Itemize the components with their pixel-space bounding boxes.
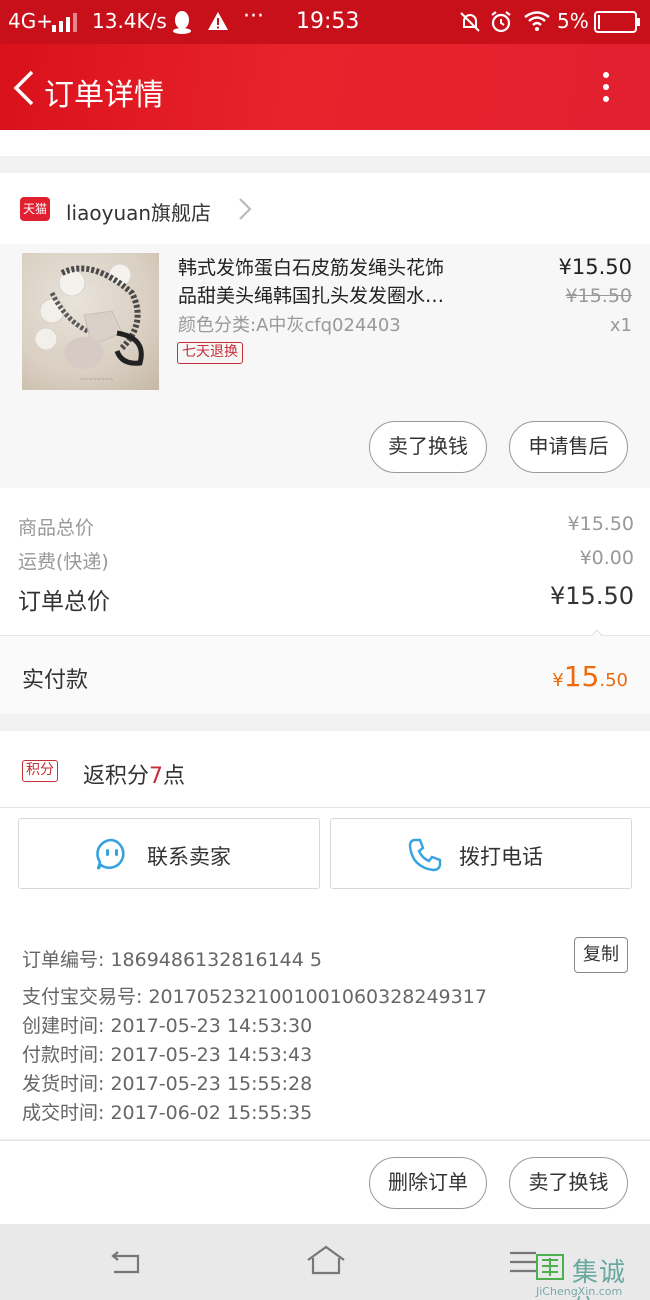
system-navigation-bar: 集诚信 JiChengXin.com (0, 1224, 650, 1300)
wifi-icon (524, 11, 550, 36)
product-quantity: x1 (609, 315, 632, 336)
phone-icon (407, 837, 443, 877)
product-original-price: ¥15.50 (565, 285, 632, 307)
page-title: 订单详情 (44, 78, 164, 113)
completed-time: 成交时间: 2017-06-02 15:55:35 (22, 1102, 313, 1124)
signal-icon (52, 12, 78, 37)
clock: 19:53 (296, 9, 360, 34)
paid-integer: 15 (563, 660, 600, 693)
alipay-trade-number: 支付宝交易号: 2017052321001001060328249317 (22, 986, 487, 1008)
app-header: 订单详情 (0, 44, 650, 130)
paid-decimal: .50 (599, 670, 628, 691)
shipping-label: 运费(快递) (18, 551, 109, 573)
shipped-time: 发货时间: 2017-05-23 15:55:28 (22, 1073, 313, 1095)
watermark-logo-icon (536, 1254, 564, 1284)
recent-apps-icon[interactable] (508, 1250, 538, 1278)
order-total-value: ¥15.50 (550, 582, 634, 610)
divider (0, 807, 650, 808)
battery-icon (594, 11, 640, 38)
delete-order-button[interactable]: 删除订单 (369, 1157, 487, 1209)
points-count: 7 (149, 764, 164, 789)
contact-seller-label: 联系卖家 (147, 845, 231, 869)
home-nav-icon[interactable] (305, 1244, 347, 1280)
alarm-icon (489, 10, 513, 39)
order-detail-screen: 4G+ 13.4K/s ··· 19:53 5% 订单详情 天猫 liaoyua… (0, 0, 650, 1300)
paid-time: 付款时间: 2017-05-23 14:53:43 (22, 1044, 313, 1066)
chat-face-icon (95, 837, 129, 875)
watermark-site: JiChengXin.com (536, 1285, 623, 1298)
points-suffix: 点 (163, 764, 186, 789)
call-phone-label: 拨打电话 (459, 845, 543, 869)
product-name[interactable]: 韩式发饰蛋白石皮筋发绳头花饰 品甜美头绳韩国扎头发发圈水… (178, 254, 488, 310)
qq-icon (172, 10, 192, 39)
created-time: 创建时间: 2017-05-23 14:53:30 (22, 1015, 313, 1037)
order-number: 订单编号: 1869486132816144 5 (22, 949, 322, 971)
back-nav-icon[interactable] (108, 1250, 142, 1280)
chevron-right-icon (238, 197, 252, 225)
shipping-value: ¥0.00 (579, 547, 634, 569)
order-total-label: 订单总价 (18, 589, 110, 615)
price-summary: 商品总价 ¥15.50 运费(快递) ¥0.00 订单总价 ¥15.50 (0, 488, 650, 635)
return-policy-tag: 七天退换 (177, 342, 243, 364)
store-row[interactable]: 天猫 liaoyuan旗舰店 (0, 173, 650, 244)
product-name-line1: 韩式发饰蛋白石皮筋发绳头花饰 (178, 257, 445, 279)
network-speed: 13.4K/s (92, 9, 167, 33)
actual-paid-row: 实付款 ¥15.50 (0, 636, 650, 714)
divider (0, 1140, 650, 1141)
status-bar: 4G+ 13.4K/s ··· 19:53 5% (0, 0, 650, 44)
silent-bell-icon (459, 11, 481, 38)
sell-for-cash-button[interactable]: 卖了换钱 (369, 421, 487, 473)
product-price: ¥15.50 (558, 255, 632, 279)
network-type: 4G+ (8, 9, 53, 33)
goods-total-value: ¥15.50 (567, 513, 634, 535)
sell-for-cash-bottom-button[interactable]: 卖了换钱 (509, 1157, 628, 1209)
after-sale-button[interactable]: 申请售后 (509, 421, 628, 473)
contact-seller-button[interactable]: 联系卖家 (18, 818, 320, 889)
top-strip (0, 130, 650, 156)
product-variant: 颜色分类:A中灰cfq024403 (178, 315, 401, 336)
tmall-badge: 天猫 (20, 197, 50, 221)
more-menu-icon[interactable] (596, 70, 616, 106)
actual-paid-label: 实付款 (22, 668, 89, 693)
points-badge: 积分 (22, 760, 58, 782)
back-arrow-icon[interactable] (12, 70, 42, 106)
more-notifications-icon: ··· (243, 4, 264, 29)
copy-button[interactable]: 复制 (574, 937, 628, 973)
points-text: 返积分7点 (83, 758, 185, 790)
paid-currency: ¥ (552, 670, 564, 691)
battery-percent: 5% (557, 9, 589, 33)
product-name-line2: 品甜美头绳韩国扎头发发圈水… (178, 285, 445, 307)
points-prefix: 返积分 (83, 764, 150, 789)
actual-paid-value: ¥15.50 (552, 660, 628, 693)
goods-total-label: 商品总价 (18, 517, 95, 539)
call-phone-button[interactable]: 拨打电话 (330, 818, 632, 889)
svg-text:~~~~~~~~: ~~~~~~~~ (80, 377, 114, 383)
product-image[interactable]: ~~~~~~~~ (22, 253, 159, 390)
store-name: liaoyuan旗舰店 (66, 201, 212, 225)
warning-icon (207, 11, 229, 36)
